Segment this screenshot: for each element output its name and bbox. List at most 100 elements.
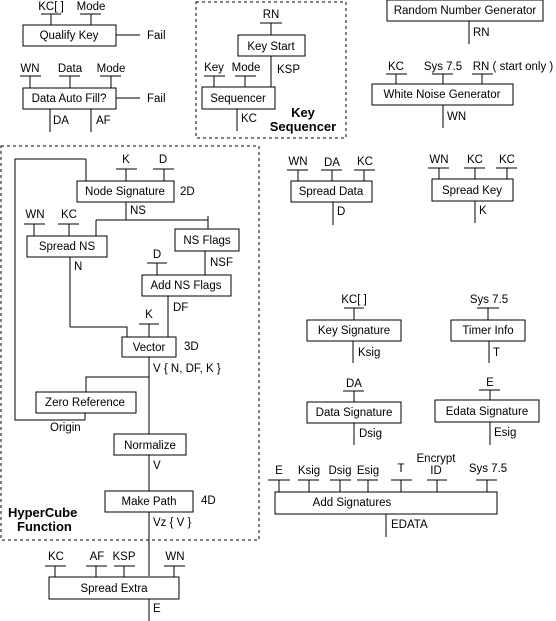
timer-info-output-t: T: [493, 347, 500, 359]
add-sig-input-encrypt: Encrypt: [417, 453, 457, 465]
edata-signature-block: E Edata Signature Esig: [434, 377, 540, 445]
rng-label: Random Number Generator: [394, 5, 537, 17]
spread-ns-output-n: N: [74, 261, 82, 273]
qualify-key-input-mode: Mode: [77, 1, 106, 13]
key-sig-output-ksig: Ksig: [358, 347, 380, 359]
key-signature-block: KC[ ] Key Signature Ksig: [306, 294, 402, 363]
spread-ns-label: Spread NS: [39, 241, 96, 253]
qualify-key-input-kc: KC[ ]: [38, 1, 64, 13]
spread-extra-output-e: E: [153, 603, 161, 615]
data-signature-block: DA Data Signature Dsig: [306, 378, 402, 445]
key-sequencer-group: RN Key Start KSP Key Mode Sequencer KC K…: [195, 1, 347, 139]
daf-input-mode: Mode: [97, 63, 126, 75]
spread-key-input-kc1: KC: [467, 154, 483, 166]
sequencer-input-key: Key: [204, 62, 224, 74]
vector-label: Vector: [133, 342, 166, 354]
add-signatures-block: E Ksig Dsig Esig T Encrypt ID Sys 7.5 Ad…: [268, 453, 507, 537]
data-sig-output-dsig: Dsig: [359, 428, 382, 440]
ns-flags-output-nsf: NSF: [210, 257, 233, 269]
spread-ns-input-kc: KC: [61, 209, 77, 221]
node-signature-tag: 2D: [180, 186, 195, 198]
wng-input-sys: Sys 7.5: [424, 61, 462, 73]
white-noise-generator-block: KC Sys 7.5 RN ( start only ) White Noise…: [371, 61, 554, 128]
vector-tag: 3D: [184, 341, 199, 353]
spread-key-output-k: K: [479, 205, 487, 217]
timer-info-input-sys: Sys 7.5: [470, 294, 508, 306]
edata-sig-input-e: E: [486, 377, 494, 389]
spread-data-input-wn: WN: [288, 156, 307, 168]
hypercube-group: K D Node Signature 2D NS WN KC Spread NS…: [0, 145, 260, 576]
key-sequencer-title-2: Sequencer: [270, 119, 336, 134]
daf-fail: Fail: [147, 93, 166, 105]
qualify-key-label: Qualify Key: [40, 30, 99, 42]
spread-data-block: WN DA KC Spread Data D: [287, 156, 375, 225]
spread-key-label: Spread Key: [442, 185, 502, 197]
normalize-output-v: V: [153, 460, 161, 472]
daf-input-wn: WN: [20, 63, 39, 75]
key-start-input-rn: RN: [263, 9, 280, 21]
sequencer-input-mode: Mode: [232, 62, 261, 74]
add-sig-input-sys: Sys 7.5: [469, 463, 507, 475]
spread-key-input-wn: WN: [429, 154, 448, 166]
add-sig-input-e: E: [275, 465, 283, 477]
spread-extra-input-ksp: KSP: [112, 551, 135, 563]
node-sig-input-k: K: [122, 154, 130, 166]
timer-info-block: Sys 7.5 Timer Info T: [450, 294, 526, 363]
timer-info-label: Timer Info: [462, 325, 513, 337]
node-sig-output-ns: NS: [130, 205, 146, 217]
edata-sig-output-esig: Esig: [494, 427, 516, 439]
vector-output: V { N, DF, K }: [153, 363, 221, 375]
spread-extra-input-af: AF: [90, 551, 105, 563]
normalize-label: Normalize: [124, 440, 176, 452]
sequencer-output-kc: KC: [241, 113, 257, 125]
make-path-label: Make Path: [122, 496, 177, 508]
key-start-label: Key Start: [247, 41, 295, 53]
add-sig-input-id: ID: [430, 465, 442, 477]
flow-diagram: KC[ ] Mode Qualify Key Fail WN Data Mode…: [0, 0, 554, 621]
daf-input-data: Data: [58, 63, 83, 75]
add-signatures-label: Add Signatures: [313, 497, 392, 509]
spread-data-label: Spread Data: [299, 186, 364, 198]
make-path-tag: 4D: [201, 495, 216, 507]
spread-extra-label: Spread Extra: [80, 583, 148, 595]
add-sig-input-dsig: Dsig: [328, 465, 351, 477]
add-sig-input-esig: Esig: [357, 465, 379, 477]
key-start-output-ksp: KSP: [277, 64, 300, 76]
qualify-key-block: KC[ ] Mode Qualify Key Fail: [22, 1, 166, 47]
data-signature-label: Data Signature: [316, 407, 393, 419]
data-auto-fill-block: WN Data Mode Data Auto Fill? Fail DA AF: [20, 63, 166, 132]
data-sig-input-da: DA: [346, 378, 362, 390]
spread-data-output-d: D: [337, 206, 345, 218]
hypercube-title-1: HyperCube: [8, 505, 77, 520]
add-ns-flags-input-d: D: [153, 249, 161, 261]
wng-output-wn: WN: [447, 111, 466, 123]
rng-output-rn: RN: [473, 27, 490, 39]
wng-input-kc: KC: [388, 61, 404, 73]
node-signature-label: Node Signature: [85, 186, 165, 198]
daf-output-da: DA: [53, 115, 69, 127]
spread-key-block: WN KC KC Spread Key K: [428, 154, 517, 223]
spread-ns-input-wn: WN: [25, 209, 44, 221]
node-sig-input-d: D: [159, 154, 167, 166]
add-ns-flags-label: Add NS Flags: [151, 280, 222, 292]
key-signature-label: Key Signature: [318, 325, 390, 337]
vector-input-k: K: [145, 309, 153, 321]
daf-output-af: AF: [96, 115, 111, 127]
spread-extra-input-wn: WN: [165, 551, 184, 563]
add-sig-input-ksig: Ksig: [298, 465, 320, 477]
edata-signature-label: Edata Signature: [446, 406, 528, 418]
wng-input-rn: RN ( start only ): [473, 61, 554, 73]
make-path-output: Vz { V }: [153, 517, 192, 529]
wng-label: White Noise Generator: [384, 89, 501, 101]
spread-data-input-kc: KC: [357, 156, 373, 168]
zero-reference-label: Zero Reference: [45, 397, 125, 409]
add-sig-input-t: T: [397, 463, 404, 475]
key-sig-input-kc: KC[ ]: [341, 294, 367, 306]
ns-flags-label: NS Flags: [183, 235, 231, 247]
sequencer-label: Sequencer: [210, 93, 266, 105]
qualify-key-fail: Fail: [147, 30, 166, 42]
add-sig-output-edata: EDATA: [391, 519, 428, 531]
key-sequencer-title-1: Key: [291, 105, 316, 120]
add-ns-flags-output-df: DF: [173, 302, 188, 314]
random-number-generator-block: Random Number Generator RN: [386, 0, 544, 44]
